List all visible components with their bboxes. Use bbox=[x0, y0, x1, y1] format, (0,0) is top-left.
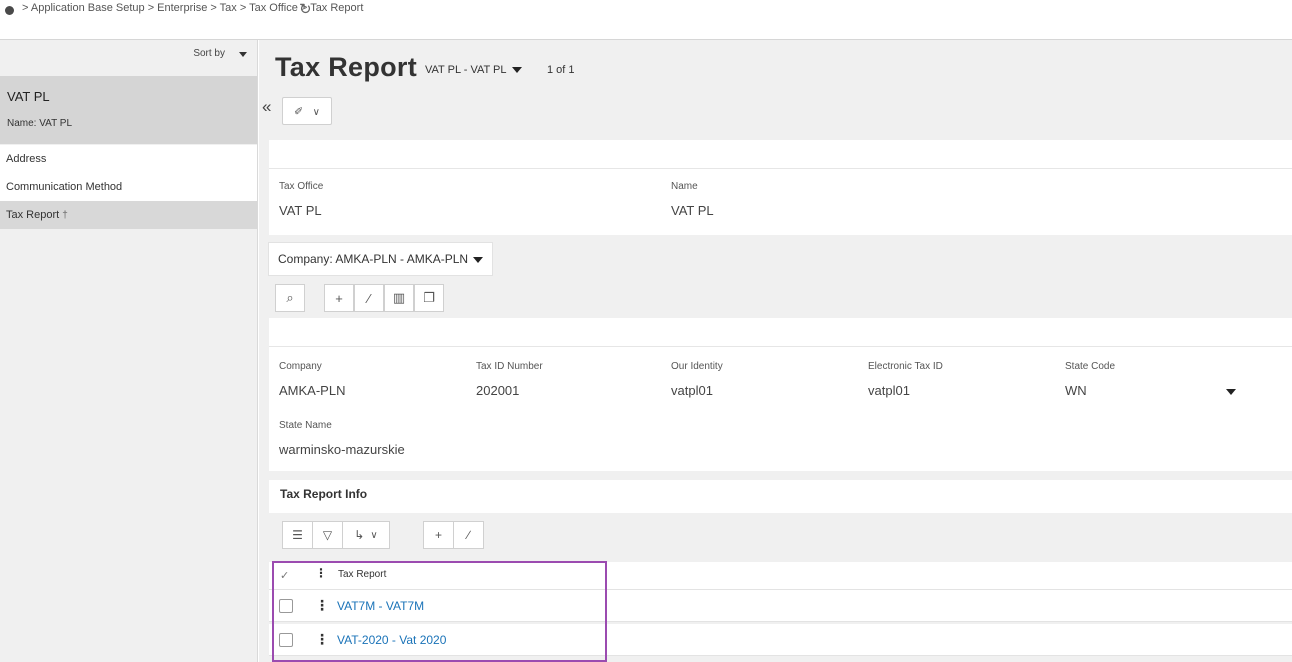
column-chooser-button[interactable]: ☰ bbox=[282, 521, 313, 549]
breadcrumb: > Application Base Setup > Enterprise > … bbox=[22, 2, 364, 14]
nav-item-tax-report[interactable]: Tax Report † bbox=[0, 201, 257, 229]
record-count: 1 of 1 bbox=[547, 64, 575, 76]
state-name-label: State Name bbox=[279, 420, 332, 431]
record-subtitle: Name: VAT PL bbox=[7, 118, 72, 129]
breadcrumb-item-enterprise[interactable]: Enterprise bbox=[157, 2, 207, 14]
table-row[interactable]: ⋮ VAT-2020 - Vat 2020 bbox=[269, 624, 1292, 656]
grid-header: ✓ ⋮ Tax Report bbox=[269, 562, 1292, 590]
row-link[interactable]: VAT-2020 - Vat 2020 bbox=[337, 633, 446, 647]
sort-caret-icon[interactable] bbox=[239, 52, 247, 57]
edit-row-button[interactable]: ∕ bbox=[453, 521, 484, 549]
company-label: Company bbox=[279, 361, 322, 372]
nav-item-label: Communication Method bbox=[6, 181, 123, 193]
nav-item-label: Tax Report bbox=[6, 209, 60, 221]
pencil-icon: ∕ bbox=[367, 290, 371, 306]
state-code-label: State Code bbox=[1065, 361, 1116, 372]
nav-list: Address Communication Method Tax Report … bbox=[0, 145, 257, 229]
collapse-panel-icon[interactable]: « bbox=[262, 97, 271, 117]
duplicate-button[interactable]: ❐ bbox=[414, 284, 444, 312]
column-header-tax-report[interactable]: Tax Report bbox=[338, 569, 386, 580]
panel-header-divider bbox=[269, 168, 1292, 169]
breadcrumb-item-tax[interactable]: Tax bbox=[220, 2, 237, 14]
breadcrumb-item-tax-report[interactable]: Tax Report bbox=[310, 2, 363, 14]
record-subtitle-value: VAT PL bbox=[39, 118, 73, 129]
state-code-dropdown-icon[interactable] bbox=[1226, 389, 1236, 395]
section-title: Tax Report Info bbox=[280, 487, 368, 501]
company-value: AMKA-PLN bbox=[279, 383, 346, 398]
tax-office-label: Tax Office bbox=[279, 181, 324, 192]
state-code-value: WN bbox=[1065, 383, 1087, 398]
trash-icon: ▥ bbox=[392, 290, 406, 305]
list-icon: ☰ bbox=[292, 528, 303, 542]
nav-item-label: Address bbox=[6, 153, 47, 165]
pencil-icon: ∕ bbox=[467, 528, 470, 542]
tax-id-number-value: 202001 bbox=[476, 383, 520, 398]
nav-item-communication-method[interactable]: Communication Method bbox=[0, 173, 257, 201]
panel-header-divider bbox=[269, 346, 1292, 347]
export-dropdown-button[interactable]: ↳ ∨ bbox=[342, 521, 390, 549]
main-content: Tax Report VAT PL - VAT PL 1 of 1 « ✐ ∨ … bbox=[259, 40, 1292, 662]
left-pane: Sort by VAT PL Name: VAT PL Address Comm… bbox=[0, 40, 258, 662]
electronic-tax-id-label: Electronic Tax ID bbox=[868, 361, 943, 372]
tax-office-panel: Tax Office VAT PL Name VAT PL bbox=[269, 140, 1292, 235]
record-subtitle-label: Name: bbox=[7, 118, 37, 129]
row-menu-icon[interactable]: ⋮ bbox=[315, 597, 329, 614]
filter-button[interactable]: ▽ bbox=[312, 521, 343, 549]
pin-icon[interactable]: † bbox=[62, 210, 68, 221]
nav-item-address[interactable]: Address bbox=[0, 145, 257, 173]
chevron-down-icon bbox=[511, 67, 522, 74]
edit-button[interactable]: ∕ bbox=[354, 284, 384, 312]
chevron-down-icon bbox=[473, 256, 484, 263]
app-window: > Application Base Setup > Enterprise > … bbox=[0, 0, 1292, 662]
delete-button[interactable]: ▥ bbox=[384, 284, 414, 312]
row-checkbox[interactable] bbox=[279, 633, 293, 647]
name-value: VAT PL bbox=[671, 203, 714, 218]
record-selector[interactable]: VAT PL - VAT PL bbox=[425, 64, 522, 76]
refresh-icon[interactable]: ↻ bbox=[299, 0, 312, 18]
add-button[interactable]: + bbox=[324, 284, 354, 312]
row-checkbox[interactable] bbox=[279, 599, 293, 613]
tax-office-value: VAT PL bbox=[279, 203, 322, 218]
breadcrumb-bar: > Application Base Setup > Enterprise > … bbox=[0, 0, 1292, 40]
page-title: Tax Report bbox=[275, 52, 418, 82]
copy-icon: ❐ bbox=[423, 290, 435, 305]
row-link[interactable]: VAT7M - VAT7M bbox=[337, 599, 424, 613]
bell-icon: ✐ bbox=[294, 106, 304, 118]
export-icon: ↳ bbox=[354, 528, 365, 542]
company-selector-label: Company: AMKA-PLN - AMKA-PLN bbox=[278, 252, 469, 266]
name-label: Name bbox=[671, 181, 698, 192]
row-menu-icon[interactable]: ⋮ bbox=[315, 631, 329, 648]
home-dot-icon[interactable] bbox=[5, 6, 14, 15]
left-pane-empty-area bbox=[0, 230, 257, 662]
sort-by-button[interactable]: Sort by bbox=[193, 48, 225, 59]
filter-icon: ▽ bbox=[322, 528, 333, 542]
chevron-down-icon: ∨ bbox=[370, 529, 378, 541]
actions-dropdown-button[interactable]: ✐ ∨ bbox=[282, 97, 332, 125]
our-identity-label: Our Identity bbox=[671, 361, 723, 372]
company-panel: Company AMKA-PLN Tax ID Number 202001 Ou… bbox=[269, 318, 1292, 471]
search-icon: ⌕ bbox=[286, 290, 294, 305]
record-selector-label: VAT PL - VAT PL bbox=[425, 64, 507, 76]
state-name-value: warminsko-mazurskie bbox=[279, 442, 405, 457]
record-card[interactable]: VAT PL Name: VAT PL bbox=[0, 76, 257, 144]
breadcrumb-item-tax-office[interactable]: Tax Office bbox=[249, 2, 298, 14]
plus-icon: + bbox=[335, 290, 343, 306]
plus-icon: + bbox=[434, 528, 442, 542]
search-button[interactable]: ⌕ bbox=[275, 284, 305, 312]
chevron-down-icon: ∨ bbox=[312, 107, 320, 118]
tax-report-info-header bbox=[269, 480, 1292, 513]
electronic-tax-id-value: vatpl01 bbox=[868, 383, 910, 398]
select-all-checkmark-icon[interactable]: ✓ bbox=[280, 569, 289, 582]
company-selector[interactable]: Company: AMKA-PLN - AMKA-PLN bbox=[269, 243, 493, 275]
add-row-button[interactable]: + bbox=[423, 521, 454, 549]
column-menu-icon[interactable]: ⋮ bbox=[315, 566, 327, 580]
our-identity-value: vatpl01 bbox=[671, 383, 713, 398]
table-row[interactable]: ⋮ VAT7M - VAT7M bbox=[269, 590, 1292, 622]
record-title: VAT PL bbox=[7, 89, 50, 104]
breadcrumb-item-application-base-setup[interactable]: Application Base Setup bbox=[31, 2, 145, 14]
tax-id-number-label: Tax ID Number bbox=[476, 361, 543, 372]
